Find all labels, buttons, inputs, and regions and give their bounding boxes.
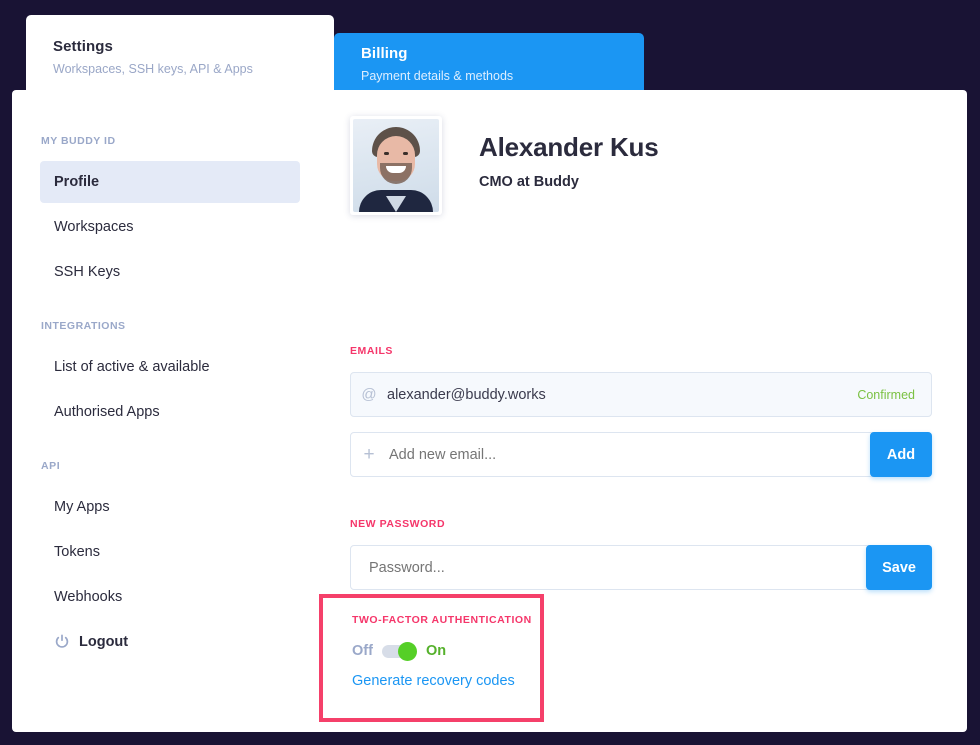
sidebar-item-label: SSH Keys	[54, 264, 121, 280]
sidebar-group-label-my-buddy-id: MY BUDDY ID	[41, 135, 116, 147]
email-address: alexander@buddy.works	[387, 386, 546, 403]
tab-settings-subtitle: Workspaces, SSH keys, API & Apps	[53, 62, 253, 76]
save-password-button[interactable]: Save	[866, 545, 932, 590]
tab-settings[interactable]: Settings Workspaces, SSH keys, API & App…	[26, 15, 334, 92]
logout-button[interactable]: Logout	[54, 634, 128, 650]
tab-settings-title: Settings	[53, 38, 113, 55]
password-row[interactable]: Save	[350, 545, 932, 590]
logout-label: Logout	[79, 634, 129, 650]
add-email-input[interactable]	[387, 445, 821, 464]
tab-billing[interactable]: Billing Payment details & methods	[334, 33, 644, 92]
password-input[interactable]	[351, 558, 841, 577]
status-badge: Confirmed	[857, 387, 915, 402]
sidebar-item-my-apps[interactable]: My Apps	[40, 486, 300, 528]
add-email-button[interactable]: Add	[870, 432, 932, 477]
toggle-on-label: On	[425, 643, 447, 659]
two-factor-toggle[interactable]	[381, 641, 417, 661]
sidebar-group-label-integrations: INTEGRATIONS	[41, 320, 126, 332]
sidebar-item-list-of-active-available[interactable]: List of active & available	[40, 346, 300, 388]
two-factor-toggle-row: Off On	[352, 641, 612, 661]
settings-sidebar: MY BUDDY ID Profile Workspaces SSH Keys …	[12, 90, 322, 732]
sidebar-item-label: Tokens	[54, 544, 100, 560]
sidebar-item-profile[interactable]: Profile	[40, 161, 300, 203]
email-row-add[interactable]: + Add	[350, 432, 932, 477]
plus-icon: +	[363, 444, 375, 465]
sidebar-item-label: Workspaces	[54, 219, 134, 235]
sidebar-item-label: My Apps	[54, 499, 110, 515]
tab-billing-title: Billing	[361, 45, 408, 62]
emails-section-label: EMAILS	[350, 345, 393, 357]
at-icon: @	[361, 386, 377, 403]
generate-recovery-codes-link[interactable]: Generate recovery codes	[352, 673, 515, 689]
page-title: Alexander Kus	[479, 132, 659, 162]
tab-billing-subtitle: Payment details & methods	[361, 69, 514, 83]
sidebar-item-label: List of active & available	[54, 359, 210, 375]
sidebar-item-ssh-keys[interactable]: SSH Keys	[40, 251, 300, 293]
email-row-existing: @ alexander@buddy.works Confirmed	[350, 372, 932, 417]
sidebar-item-webhooks[interactable]: Webhooks	[40, 576, 300, 618]
settings-panel: MY BUDDY ID Profile Workspaces SSH Keys …	[12, 90, 967, 732]
avatar-photo	[353, 119, 439, 212]
sidebar-group-label-api: API	[41, 460, 61, 472]
sidebar-item-label: Profile	[54, 174, 100, 190]
two-factor-section-label: TWO-FACTOR AUTHENTICATION	[352, 614, 532, 626]
profile-header: Alexander Kus CMO at Buddy	[350, 116, 659, 215]
toggle-knob	[397, 641, 417, 661]
sidebar-item-label: Webhooks	[54, 589, 123, 605]
profile-role: CMO at Buddy	[479, 174, 579, 190]
toggle-off-label: Off	[352, 643, 373, 659]
avatar	[350, 116, 442, 215]
new-password-section-label: NEW PASSWORD	[350, 518, 446, 530]
sidebar-item-tokens[interactable]: Tokens	[40, 531, 300, 573]
profile-content: Alexander Kus CMO at Buddy EMAILS @ alex…	[322, 90, 967, 732]
power-icon	[54, 634, 70, 650]
sidebar-item-authorised-apps[interactable]: Authorised Apps	[40, 391, 300, 433]
sidebar-item-label: Authorised Apps	[54, 404, 160, 420]
sidebar-item-workspaces[interactable]: Workspaces	[40, 206, 300, 248]
